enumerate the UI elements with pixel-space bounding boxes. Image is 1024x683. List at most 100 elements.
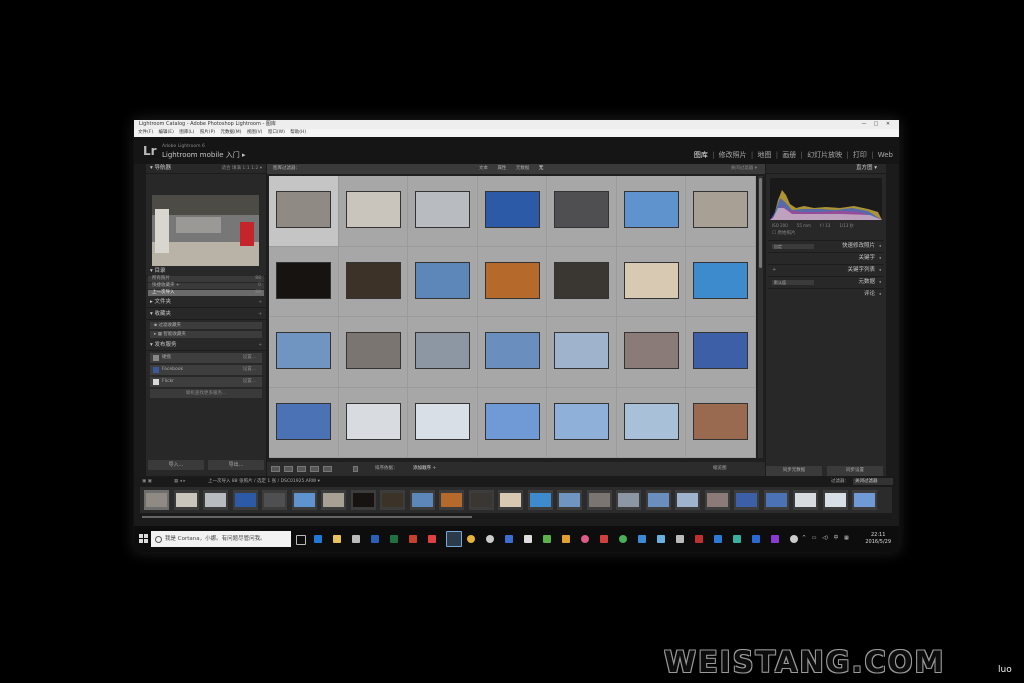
people-view-icon[interactable] [323,466,332,472]
powerpoint-icon[interactable] [409,535,417,543]
photo-thumbnail[interactable] [554,191,609,228]
photo-thumbnail[interactable] [693,191,748,228]
app-icon-gray[interactable] [486,535,494,543]
quick-develop-preset[interactable]: 自定 [772,244,814,249]
grid-cell[interactable] [686,176,756,247]
navigator-zoom-options[interactable]: 适合 填满 1:1 1:2 ▾ [222,164,262,173]
photo-thumbnail[interactable] [415,332,470,369]
find-more-services-button[interactable]: 联机查找更多服务... [150,389,262,398]
chrome-icon[interactable] [467,535,475,543]
grid-cell[interactable] [477,246,547,317]
grid-cell[interactable] [338,176,408,247]
app-icon-blue3[interactable] [714,535,722,543]
menu-metadata[interactable]: 元数据(M) [220,130,241,135]
wechat-icon[interactable] [619,535,627,543]
lightroom-taskbar-icon[interactable] [446,531,462,547]
add-keyword-icon[interactable]: + [772,265,776,276]
module-print[interactable]: 打印 [853,151,867,159]
photo-thumbnail[interactable] [484,261,540,299]
navigator-preview-photo[interactable] [152,195,259,266]
filmstrip-thumbnail[interactable] [793,490,818,510]
photo-thumbnail[interactable] [276,402,331,440]
photo-thumbnail[interactable] [484,402,540,440]
photo-thumbnail[interactable] [345,191,401,228]
photo-thumbnail[interactable] [276,261,331,299]
close-button[interactable]: ✕ [882,120,894,129]
filmstrip-thumbnail[interactable] [291,490,317,510]
sync-settings-button[interactable]: 同步设置 [827,466,883,476]
filmstrip-thumbnail[interactable] [409,490,435,510]
filmstrip-thumbnail[interactable] [144,490,169,510]
filmstrip-thumbnail[interactable] [321,490,346,510]
grid-scrollbar[interactable] [758,176,763,458]
grid-cell[interactable] [616,387,686,458]
word-icon[interactable] [371,535,379,543]
app-icon-lightblue[interactable] [657,535,665,543]
grid-cell[interactable] [686,317,756,388]
filmstrip-thumbnail[interactable] [675,490,700,510]
tray-keyboard-icon[interactable]: ▦ [844,535,849,541]
file-explorer-icon[interactable] [333,535,341,543]
app-icon-blue2[interactable] [638,535,646,543]
filmstrip-thumbnail[interactable] [498,490,523,510]
app-icon-blue4[interactable] [752,535,760,543]
app-icon-red[interactable] [428,535,436,543]
app-icon-pink[interactable] [581,535,589,543]
filter-text[interactable]: 文本 [479,166,488,171]
quick-develop-section[interactable]: 自定 快速修改照片 ◂ [768,240,884,252]
original-photo-checkbox[interactable]: ☐ 原始照片 [772,230,795,236]
grid-cell[interactable] [269,387,339,458]
collections-header[interactable]: ▾ 收藏夹 + [146,310,266,320]
grid-cell[interactable] [547,317,617,388]
module-book[interactable]: 画册 [782,151,796,159]
module-web[interactable]: Web [878,151,893,159]
filter-preset-select[interactable]: 关闭过滤器 ▾ [731,164,757,174]
filter-none[interactable]: 无 [539,166,544,171]
photo-thumbnail[interactable] [415,261,470,299]
publish-service-facebook[interactable]: Facebook 设置... [150,365,262,375]
menu-help[interactable]: 帮助(H) [290,130,306,135]
grid-cell[interactable] [408,176,478,247]
metadata-section[interactable]: 默认值 元数据 ◂ [768,276,884,288]
menu-library[interactable]: 图库(L) [179,130,194,135]
publish-service-flickr[interactable]: Flickr 设置... [150,377,262,387]
module-map[interactable]: 地图 [757,151,771,159]
grid-cell[interactable] [477,317,547,388]
add-folder-icon[interactable]: + [258,298,262,307]
app-icon-blue[interactable] [505,535,513,543]
photo-thumbnail[interactable] [693,332,748,369]
photo-thumbnail[interactable] [484,191,540,228]
grid-cell[interactable] [616,317,686,388]
photo-thumbnail[interactable] [623,191,679,228]
menu-photo[interactable]: 照片(P) [200,130,215,135]
survey-view-icon[interactable] [310,466,319,472]
excel-icon[interactable] [390,535,398,543]
grid-nav-icon[interactable]: ▦ ◂ ▸ [174,477,186,486]
grid-cell[interactable] [547,387,617,458]
photo-thumbnail[interactable] [415,402,470,440]
cortana-search-input[interactable]: 我是 Cortana，小娜。有问题尽管问我。 [151,531,291,547]
app-icon-white[interactable] [524,535,532,543]
tray-ime-indicator[interactable]: 中 [834,535,839,541]
task-view-icon[interactable] [296,535,306,545]
grid-cell[interactable] [547,176,617,247]
sort-order-select[interactable]: 添加顺序 ÷ [413,462,436,476]
filmstrip-source[interactable]: 上一次导入 88 张照片 / 选定 1 张 / DSC01925.ARW ▾ [208,477,320,486]
menu-file[interactable]: 文件(F) [138,130,153,135]
module-library[interactable]: 图库 [694,151,708,159]
add-service-icon[interactable]: + [258,341,262,350]
app-icon-darkred[interactable] [695,535,703,543]
comments-section[interactable]: 评论 ◂ [768,288,884,300]
secondary-display-icon[interactable]: ▣ ▣ [142,477,152,486]
module-develop[interactable]: 修改照片 [719,151,747,159]
filmstrip-thumbnail[interactable] [704,490,730,510]
filmstrip-thumbnail[interactable] [616,490,641,510]
mobile-getting-started[interactable]: Lightroom mobile 入门 ▸ [162,150,246,160]
sync-metadata-button[interactable]: 同步元数据 [766,466,822,476]
grid-cell[interactable] [338,246,408,317]
menu-window[interactable]: 窗口(W) [268,130,285,135]
app-icon-teal[interactable] [733,535,741,543]
import-button[interactable]: 导入... [148,460,204,470]
photo-thumbnail[interactable] [276,191,331,228]
filmstrip-scrollbar[interactable] [140,515,892,519]
